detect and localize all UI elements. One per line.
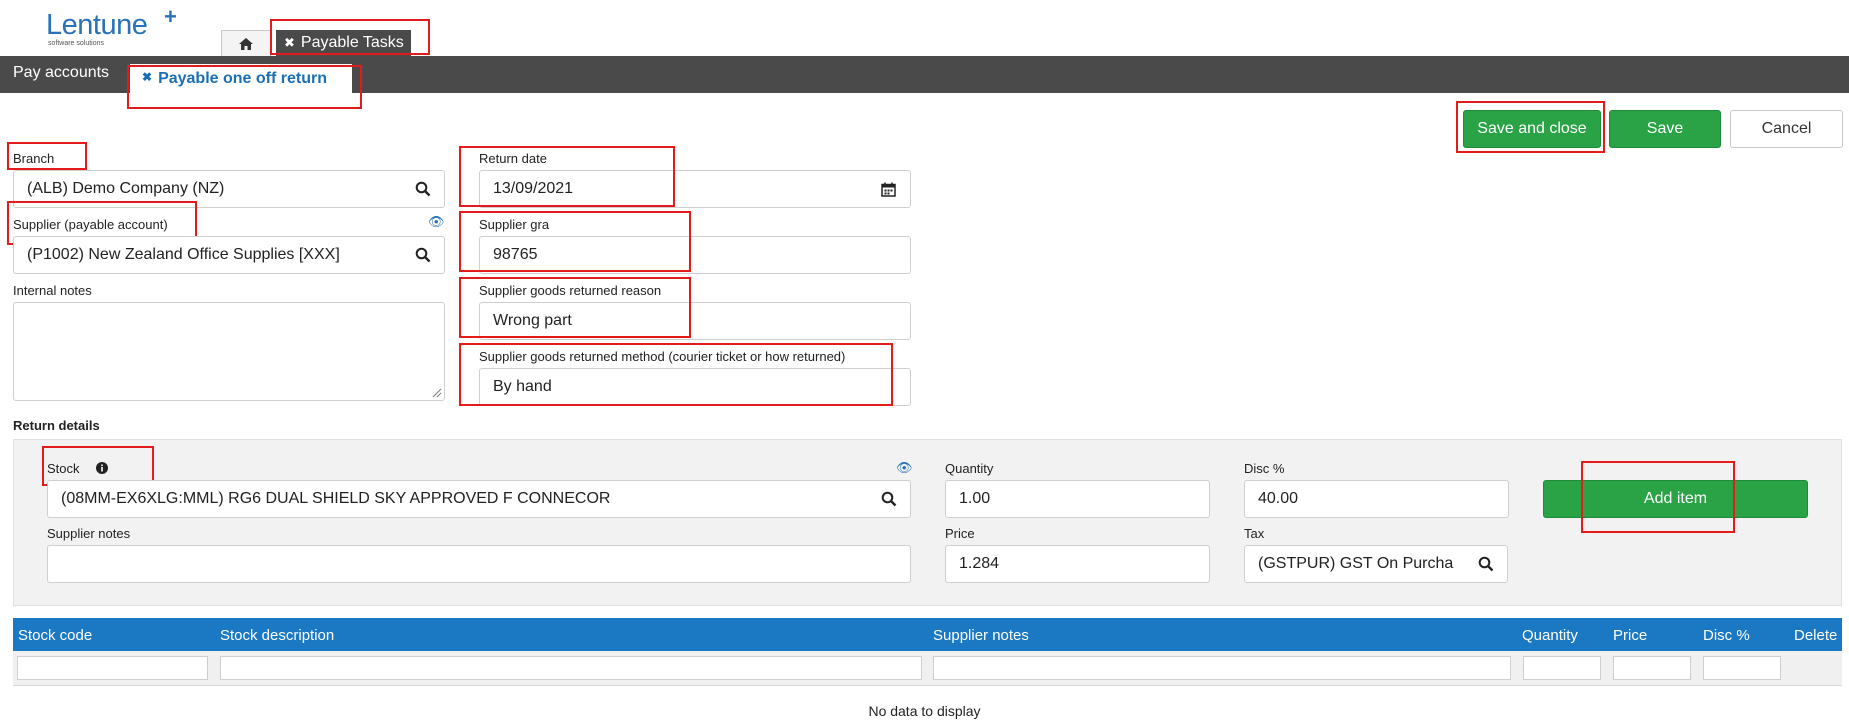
logo-text: Lentune bbox=[46, 9, 148, 41]
supplier-notes-label: Supplier notes bbox=[47, 526, 131, 541]
logo-subtitle: software solutions bbox=[48, 40, 105, 47]
logo-plus-icon: + bbox=[164, 4, 177, 29]
branch-search-button[interactable] bbox=[402, 170, 445, 208]
cancel-button[interactable]: Cancel bbox=[1730, 110, 1843, 148]
search-icon bbox=[881, 491, 897, 507]
resize-icon[interactable] bbox=[432, 388, 442, 398]
filter-quantity[interactable] bbox=[1523, 656, 1601, 680]
price-field[interactable]: 1.284 bbox=[945, 545, 1210, 583]
save-button[interactable]: Save bbox=[1609, 110, 1721, 148]
highlight-box bbox=[459, 211, 691, 272]
eye-icon[interactable]: 👁 bbox=[428, 214, 445, 230]
search-icon bbox=[415, 181, 431, 197]
col-quantity[interactable]: Quantity bbox=[1522, 627, 1578, 644]
tax-search-button[interactable] bbox=[1465, 545, 1508, 583]
lentune-logo: Lentune + software solutions bbox=[46, 4, 206, 52]
search-icon bbox=[1478, 556, 1494, 572]
quantity-field[interactable]: 1.00 bbox=[945, 480, 1210, 518]
filter-disc[interactable] bbox=[1703, 656, 1781, 680]
filter-supplier-notes[interactable] bbox=[933, 656, 1511, 680]
highlight-box bbox=[1456, 101, 1605, 153]
supplier-notes-field[interactable] bbox=[47, 545, 911, 583]
filter-stock-description[interactable] bbox=[220, 656, 922, 680]
disc-field[interactable]: 40.00 bbox=[1244, 480, 1509, 518]
col-stock-description[interactable]: Stock description bbox=[220, 627, 334, 644]
stock-search-button[interactable] bbox=[867, 480, 911, 518]
highlight-box bbox=[270, 19, 430, 55]
col-delete: Delete bbox=[1794, 627, 1838, 644]
highlight-box bbox=[459, 146, 675, 207]
eye-icon[interactable]: 👁 bbox=[896, 460, 913, 476]
quantity-label: Quantity bbox=[945, 461, 994, 476]
home-tab[interactable] bbox=[221, 30, 271, 56]
tab-pay-accounts[interactable]: Pay accounts bbox=[13, 64, 109, 82]
highlight-box bbox=[7, 142, 87, 170]
col-disc[interactable]: Disc % bbox=[1703, 627, 1750, 644]
highlight-box bbox=[459, 277, 691, 338]
disc-label: Disc % bbox=[1244, 461, 1285, 476]
price-label: Price bbox=[945, 526, 975, 541]
highlight-box bbox=[459, 343, 893, 406]
col-stock-code[interactable]: Stock code bbox=[18, 627, 92, 644]
supplier-field[interactable]: (P1002) New Zealand Office Supplies [XXX… bbox=[13, 236, 403, 274]
internal-notes-label: Internal notes bbox=[13, 283, 92, 298]
calendar-icon bbox=[881, 182, 896, 197]
supplier-search-button[interactable] bbox=[402, 236, 445, 274]
return-details-title: Return details bbox=[13, 418, 100, 433]
highlight-box bbox=[1581, 461, 1735, 533]
empty-table-message: No data to display bbox=[868, 703, 981, 719]
filter-price[interactable] bbox=[1613, 656, 1691, 680]
col-price[interactable]: Price bbox=[1613, 627, 1647, 644]
return-date-calendar-button[interactable] bbox=[867, 170, 911, 208]
filter-stock-code[interactable] bbox=[17, 656, 208, 680]
home-icon bbox=[238, 37, 254, 51]
highlight-box bbox=[127, 65, 362, 109]
col-supplier-notes[interactable]: Supplier notes bbox=[933, 627, 1029, 644]
stock-field[interactable]: (08MM-EX6XLG:MML) RG6 DUAL SHIELD SKY AP… bbox=[47, 480, 868, 518]
search-icon bbox=[415, 247, 431, 263]
internal-notes-textarea[interactable] bbox=[13, 302, 445, 401]
tax-field[interactable]: (GSTPUR) GST On Purcha bbox=[1244, 545, 1466, 583]
tax-label: Tax bbox=[1244, 526, 1265, 541]
